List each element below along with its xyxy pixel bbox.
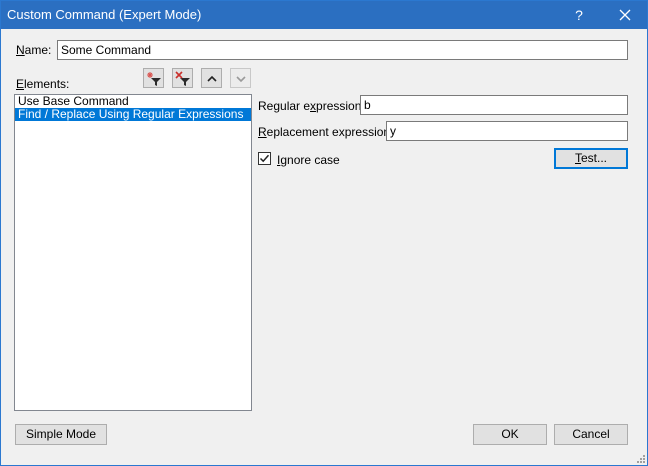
add-filter-icon bbox=[147, 72, 161, 86]
close-button[interactable] bbox=[605, 1, 645, 29]
window-title: Custom Command (Expert Mode) bbox=[7, 7, 202, 22]
replacement-input[interactable]: y bbox=[386, 121, 628, 141]
remove-filter-icon bbox=[175, 71, 190, 86]
test-button[interactable]: Test... bbox=[554, 148, 628, 169]
remove-element-button[interactable] bbox=[172, 68, 193, 88]
elements-label: Elements: bbox=[16, 77, 70, 91]
title-bar[interactable]: Custom Command (Expert Mode) ? bbox=[1, 1, 647, 29]
help-icon: ? bbox=[575, 7, 583, 23]
checkmark-icon bbox=[259, 154, 270, 163]
name-input[interactable]: Some Command bbox=[57, 40, 628, 60]
chevron-up-icon bbox=[207, 75, 217, 82]
move-up-button[interactable] bbox=[201, 68, 222, 88]
help-button[interactable]: ? bbox=[559, 1, 599, 29]
ignore-case-label[interactable]: Ignore case bbox=[277, 153, 340, 167]
elements-list[interactable]: Use Base Command Find / Replace Using Re… bbox=[14, 94, 252, 411]
move-down-button[interactable] bbox=[230, 68, 251, 88]
replacement-label: Replacement expression: bbox=[258, 125, 394, 139]
simple-mode-button[interactable]: Simple Mode bbox=[15, 424, 107, 445]
custom-command-dialog: Custom Command (Expert Mode) ? Name: Som… bbox=[0, 0, 648, 466]
add-element-button[interactable] bbox=[143, 68, 164, 88]
name-label: Name: bbox=[16, 43, 52, 57]
close-icon bbox=[619, 9, 631, 21]
list-item-selected[interactable]: Find / Replace Using Regular Expressions bbox=[15, 108, 251, 121]
regex-input[interactable]: b bbox=[360, 95, 628, 115]
resize-grip-icon[interactable] bbox=[636, 454, 646, 464]
chevron-down-icon bbox=[236, 76, 246, 83]
ignore-case-checkbox[interactable] bbox=[258, 152, 271, 165]
ok-button[interactable]: OK bbox=[473, 424, 547, 445]
regex-label: Regular expression: bbox=[258, 99, 365, 113]
cancel-button[interactable]: Cancel bbox=[554, 424, 628, 445]
